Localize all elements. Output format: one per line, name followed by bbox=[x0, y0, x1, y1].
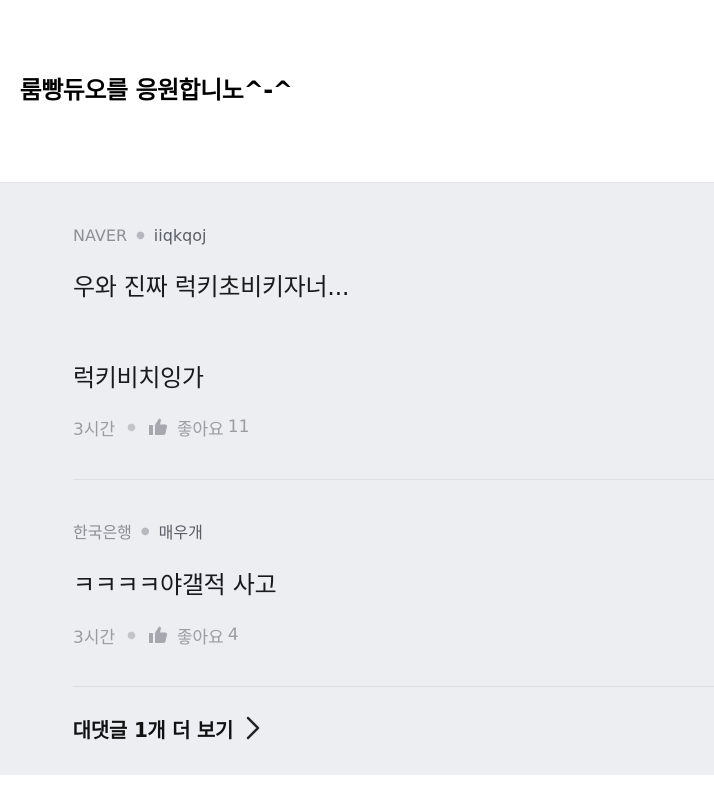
like-label: 좋아요 bbox=[176, 419, 224, 440]
comment-source: NAVER bbox=[73, 225, 128, 245]
comment: 한국은행 ● 매우개 ㅋㅋㅋㅋ야갤적 사고 3시간 ● 좋아요 4 bbox=[73, 519, 693, 648]
comment-meta: 한국은행 ● 매우개 bbox=[73, 519, 693, 543]
comment-footer: 3시간 ● 좋아요 11 bbox=[73, 414, 249, 440]
post-title: 룸빵듀오를 응원합니노^-^ bbox=[20, 76, 293, 104]
more-replies-label: 대댓글 1개 더 보기 bbox=[73, 717, 234, 742]
comment-meta: NAVER ● iiqkqoj bbox=[73, 223, 693, 247]
more-replies-button[interactable]: 대댓글 1개 더 보기 bbox=[73, 713, 261, 743]
like-count: 11 bbox=[227, 417, 250, 437]
comment-source: 한국은행 bbox=[73, 523, 132, 542]
chevron-right-icon bbox=[247, 716, 260, 740]
like-button[interactable]: 좋아요 4 bbox=[148, 623, 239, 648]
comment-footer: 3시간 ● 좋아요 4 bbox=[73, 622, 239, 648]
divider bbox=[73, 479, 714, 480]
separator-dot: ● bbox=[127, 421, 136, 433]
comment-text: 럭키비치잉가 bbox=[73, 364, 204, 392]
comment-panel: NAVER ● iiqkqoj 우와 진짜 럭키초비키자너... 럭키비치잉가 … bbox=[0, 182, 714, 775]
comment-time: 3시간 bbox=[73, 419, 116, 440]
comment-text: 우와 진짜 럭키초비키자너... bbox=[73, 273, 350, 301]
separator-dot: ● bbox=[136, 229, 145, 241]
like-count: 4 bbox=[227, 625, 239, 645]
divider bbox=[73, 686, 714, 687]
comment-time: 3시간 bbox=[73, 627, 116, 648]
separator-dot: ● bbox=[127, 629, 136, 641]
like-label: 좋아요 bbox=[176, 627, 224, 648]
comment-author[interactable]: iiqkqoj bbox=[154, 226, 207, 245]
comment-text: ㅋㅋㅋㅋ야갤적 사고 bbox=[73, 571, 277, 599]
comment-author[interactable]: 매우개 bbox=[159, 519, 203, 543]
comment: NAVER ● iiqkqoj 우와 진짜 럭키초비키자너... 럭키비치잉가 … bbox=[73, 223, 693, 440]
thumbs-up-icon bbox=[148, 626, 167, 643]
separator-dot: ● bbox=[140, 525, 150, 537]
like-button[interactable]: 좋아요 11 bbox=[148, 415, 250, 440]
thumbs-up-icon bbox=[148, 418, 167, 435]
